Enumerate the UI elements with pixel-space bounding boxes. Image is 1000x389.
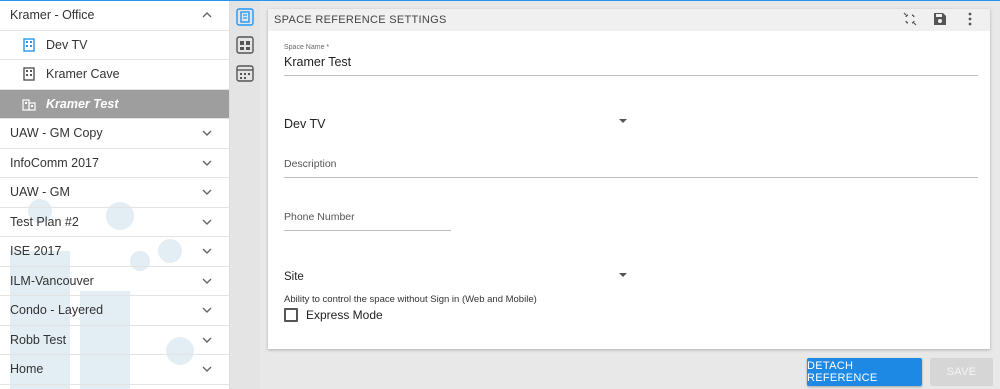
- sidebar-item-test-plan-2[interactable]: Test Plan #2: [0, 208, 229, 237]
- more-options-button[interactable]: [962, 11, 978, 27]
- sidebar-item-robb-test[interactable]: Robb Test: [0, 326, 229, 355]
- space-settings-rail-button[interactable]: [235, 7, 255, 27]
- sidebar-item-label: Home: [10, 362, 44, 377]
- panel-title: SPACE REFERENCE SETTINGS: [274, 14, 447, 26]
- sidebar-item-label: Robb Test: [10, 332, 67, 347]
- express-mode-checkbox[interactable]: Express Mode: [284, 308, 383, 322]
- dropdown-arrow-icon[interactable]: [619, 119, 627, 123]
- chevron-down-icon[interactable]: [201, 157, 213, 169]
- sidebar-item-label: ILM-Vancouver: [10, 273, 94, 288]
- ability-text: Ability to control the space without Sig…: [284, 294, 537, 305]
- sidebar-item-dev-tv[interactable]: Dev TV: [0, 31, 229, 60]
- calendar-icon: [236, 65, 254, 82]
- space-name-value: Kramer Test: [284, 55, 352, 69]
- building-icon: [23, 38, 35, 52]
- sidebar-item-kramer-cave[interactable]: Kramer Cave: [0, 60, 229, 90]
- express-mode-label: Express Mode: [306, 308, 383, 322]
- devices-icon: [236, 36, 254, 54]
- save-icon: [934, 13, 946, 25]
- detach-reference-button[interactable]: DETACH REFERENCE: [807, 358, 922, 386]
- sidebar-item-label: UAW - GM Copy: [10, 126, 103, 141]
- chevron-down-icon[interactable]: [201, 245, 213, 257]
- sidebar-item-uaw-gm[interactable]: UAW - GM: [0, 178, 229, 208]
- building-icon: [22, 99, 36, 111]
- building-select-value: Dev TV: [284, 117, 326, 131]
- sidebar-item-label: Kramer - Office: [10, 8, 95, 23]
- building-icon: [23, 67, 35, 81]
- site-select-value: Site: [284, 271, 304, 283]
- save-icon-button[interactable]: [932, 11, 948, 27]
- description-placeholder: Description: [284, 158, 337, 170]
- sidebar: Kramer - Office Dev TV Kramer Cave Krame…: [0, 1, 230, 389]
- sidebar-group-kramer-office[interactable]: Kramer - Office: [0, 1, 229, 31]
- sidebar-item-ilm-vancouver[interactable]: ILM-Vancouver: [0, 267, 229, 296]
- chevron-down-icon[interactable]: [201, 186, 213, 198]
- sidebar-item-home[interactable]: Home: [0, 355, 229, 385]
- chevron-down-icon[interactable]: [201, 304, 213, 316]
- dropdown-arrow-icon[interactable]: [619, 273, 627, 277]
- sidebar-item-label: Dev TV: [46, 37, 88, 52]
- devices-rail-button[interactable]: [235, 35, 255, 55]
- sidebar-item-uaw-gm-copy[interactable]: UAW - GM Copy: [0, 119, 229, 149]
- field-underline: [284, 75, 978, 76]
- checkbox-box[interactable]: [284, 308, 298, 322]
- field-underline: [284, 177, 978, 178]
- space-name-field[interactable]: Space Name * Kramer Test: [284, 44, 978, 76]
- sidebar-item-label: Condo - Layered: [10, 303, 104, 318]
- schedule-rail-button[interactable]: [235, 63, 255, 83]
- unlink-icon: [903, 12, 917, 26]
- sidebar-item-label: InfoComm 2017: [10, 155, 99, 170]
- space-reference-settings-panel: SPACE REFERENCE SETTINGS Space Name * Kr…: [268, 9, 990, 349]
- phone-number-field[interactable]: Phone Number: [284, 211, 451, 231]
- sidebar-item-label: UAW - GM: [10, 185, 70, 200]
- more-vert-icon: [968, 12, 972, 26]
- sidebar-item-label: Kramer Cave: [46, 67, 120, 82]
- sidebar-item-ise-2017[interactable]: ISE 2017: [0, 237, 229, 267]
- field-underline: [284, 230, 451, 231]
- panel-header: SPACE REFERENCE SETTINGS: [268, 9, 990, 31]
- ability-description: Ability to control the space without Sig…: [284, 294, 884, 305]
- chevron-down-icon[interactable]: [201, 216, 213, 228]
- building-select[interactable]: Dev TV: [284, 113, 630, 131]
- space-settings-icon: [236, 8, 254, 26]
- space-name-label: Space Name *: [284, 44, 330, 51]
- sidebar-item-label: Test Plan #2: [10, 214, 79, 229]
- icon-rail: [230, 1, 260, 389]
- site-select[interactable]: Site: [284, 267, 630, 283]
- sidebar-item-label: Kramer Test: [46, 96, 119, 111]
- chevron-down-icon[interactable]: [201, 363, 213, 375]
- unlink-button[interactable]: [902, 11, 918, 27]
- sidebar-item-label: ISE 2017: [10, 244, 62, 259]
- chevron-down-icon[interactable]: [201, 275, 213, 287]
- phone-number-placeholder: Phone Number: [284, 211, 355, 223]
- sidebar-item-condo-layered[interactable]: Condo - Layered: [0, 296, 229, 326]
- chevron-down-icon[interactable]: [201, 334, 213, 346]
- sidebar-item-infocomm-2017[interactable]: InfoComm 2017: [0, 149, 229, 178]
- sidebar-item-kramer-test[interactable]: Kramer Test: [0, 89, 229, 119]
- panel-header-actions: [902, 11, 978, 27]
- description-field[interactable]: Description: [284, 158, 978, 178]
- chevron-up-icon[interactable]: [201, 9, 213, 21]
- chevron-down-icon[interactable]: [201, 127, 213, 139]
- save-button[interactable]: SAVE: [930, 358, 993, 386]
